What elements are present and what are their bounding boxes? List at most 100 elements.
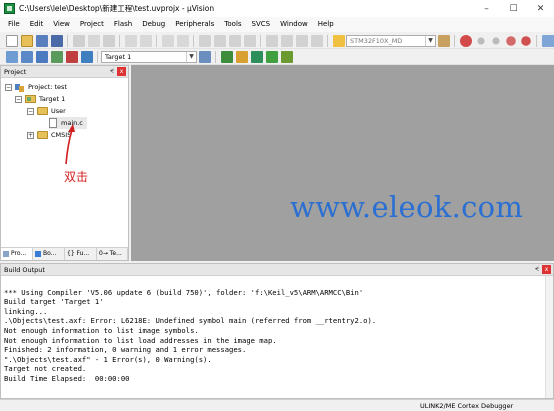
collapse-icon[interactable]: − (5, 83, 12, 91)
file-extensions-icon[interactable] (220, 50, 233, 63)
breakpoint-disable-icon[interactable] (505, 35, 516, 46)
close-icon[interactable]: x (117, 67, 126, 76)
title-bar: C:\Users\lele\Desktop\新建工程\test.uvprojx … (0, 0, 554, 17)
toolbar-separator (454, 34, 455, 47)
menu-peripherals[interactable]: Peripherals (170, 17, 219, 32)
comment-icon[interactable] (295, 34, 308, 47)
tab-templates[interactable]: 0→ Te... (97, 248, 128, 260)
bookmark-clear-icon[interactable] (243, 34, 256, 47)
output-line: Build target 'Target 1' (4, 297, 104, 307)
build-output-text[interactable]: *** Using Compiler 'V5.06 update 6 (buil… (1, 276, 553, 405)
stop-build-icon[interactable] (65, 50, 78, 63)
indent-icon[interactable] (265, 34, 278, 47)
breakpoint-enable-icon[interactable] (491, 36, 500, 45)
toolbar-separator (97, 50, 98, 63)
device-select[interactable]: STM32F10X_MD ▼ (346, 34, 436, 47)
nav-back-icon[interactable] (161, 34, 174, 47)
uvision-app-icon (4, 3, 15, 14)
folder-icon (37, 107, 48, 115)
breakpoint-kill-icon[interactable] (520, 35, 531, 46)
output-line: *** Using Compiler 'V5.06 update 6 (buil… (4, 287, 364, 297)
batch-build-icon[interactable] (50, 50, 63, 63)
bookmark-prev-icon[interactable] (213, 34, 226, 47)
breakpoint-icon[interactable] (476, 36, 485, 45)
pin-icon[interactable]: ᗕ (110, 68, 114, 76)
menu-file[interactable]: File (3, 17, 25, 32)
pack-installer-icon[interactable] (265, 50, 278, 63)
output-line: Build Time Elapsed: 00:00:00 (4, 373, 130, 383)
unindent-icon[interactable] (280, 34, 293, 47)
output-line: ".\Objects\test.axf" - 1 Error(s), 0 War… (4, 354, 212, 364)
tree-project-root[interactable]: − Project: test (5, 81, 67, 93)
menu-flash[interactable]: Flash (109, 17, 137, 32)
output-line: .\Objects\test.axf: Error: L6218E: Undef… (4, 316, 377, 326)
close-icon[interactable]: x (542, 265, 551, 274)
redo-icon[interactable] (139, 34, 152, 47)
tab-project[interactable]: Pro... (1, 248, 33, 260)
window-title: C:\Users\lele\Desktop\新建工程\test.uvprojx … (19, 4, 215, 13)
menu-debug[interactable]: Debug (137, 17, 170, 32)
bookmark-next-icon[interactable] (228, 34, 241, 47)
window-layout-icon[interactable] (541, 34, 554, 47)
menu-tools[interactable]: Tools (219, 17, 246, 32)
manage-project-items-icon[interactable] (235, 50, 248, 63)
toolbar-separator (67, 34, 68, 47)
debug-session-icon[interactable] (459, 34, 472, 47)
build-icon[interactable] (20, 50, 33, 63)
toolbar-separator (119, 34, 120, 47)
toolbar-separator (156, 34, 157, 47)
menu-project[interactable]: Project (75, 17, 109, 32)
uncomment-icon[interactable] (310, 34, 323, 47)
build-output-header: Build Output ᗕ x (1, 264, 553, 276)
save-icon[interactable] (35, 34, 48, 47)
project-tab-icon (3, 251, 9, 257)
output-line: Not enough information to list image sym… (4, 325, 199, 335)
pin-icon[interactable]: ᗕ (535, 266, 539, 274)
minimize-button[interactable]: – (473, 0, 500, 17)
chevron-down-icon: ▼ (425, 35, 435, 46)
paste-icon[interactable] (102, 34, 115, 47)
build-output-panel: Build Output ᗕ x *** Using Compiler 'V5.… (0, 263, 554, 399)
find-in-files-icon[interactable] (332, 34, 345, 47)
close-button[interactable]: ✕ (527, 0, 554, 17)
editor-area[interactable] (131, 65, 554, 261)
nav-forward-icon[interactable] (176, 34, 189, 47)
open-folder-icon[interactable] (20, 34, 33, 47)
download-icon[interactable] (80, 50, 93, 63)
translate-icon[interactable] (5, 50, 18, 63)
menu-edit[interactable]: Edit (25, 17, 49, 32)
run-time-environment-icon[interactable] (250, 50, 263, 63)
expand-icon[interactable]: + (27, 131, 34, 139)
tree-target[interactable]: − Target 1 (15, 93, 65, 105)
menu-view[interactable]: View (48, 17, 75, 32)
undo-icon[interactable] (124, 34, 137, 47)
vertical-scrollbar[interactable] (545, 276, 553, 398)
bookmark-insert-icon[interactable] (198, 34, 211, 47)
status-debugger: ULINK2/ME Cortex Debugger (420, 402, 514, 410)
select-packs-icon[interactable] (280, 50, 293, 63)
save-all-icon[interactable] (50, 34, 63, 47)
toolbar-separator (327, 34, 328, 47)
output-line: Finished: 2 information, 0 warning and 1… (4, 345, 247, 355)
target-select[interactable]: Target 1 ▼ (101, 50, 197, 63)
menu-svcs[interactable]: SVCS (247, 17, 276, 32)
copy-icon[interactable] (87, 34, 100, 47)
cut-icon[interactable] (72, 34, 85, 47)
chevron-down-icon: ▼ (186, 51, 196, 62)
tree-group-user[interactable]: − User (27, 105, 66, 117)
build-output-title: Build Output (4, 265, 45, 274)
menu-window[interactable]: Window (275, 17, 313, 32)
maximize-button[interactable]: ☐ (500, 0, 527, 17)
project-panel-title: Project (4, 67, 27, 76)
find-icon[interactable] (437, 34, 450, 47)
tab-functions[interactable]: {} Fu... (65, 248, 97, 260)
output-line: Target not created. (4, 364, 87, 374)
collapse-icon[interactable]: − (15, 95, 22, 103)
tab-books[interactable]: Bo... (33, 248, 65, 260)
collapse-icon[interactable]: − (27, 107, 34, 115)
rebuild-icon[interactable] (35, 50, 48, 63)
menu-help[interactable]: Help (313, 17, 339, 32)
toolbar-separator (536, 34, 537, 47)
new-file-icon[interactable] (5, 34, 18, 47)
target-options-icon[interactable] (198, 50, 211, 63)
